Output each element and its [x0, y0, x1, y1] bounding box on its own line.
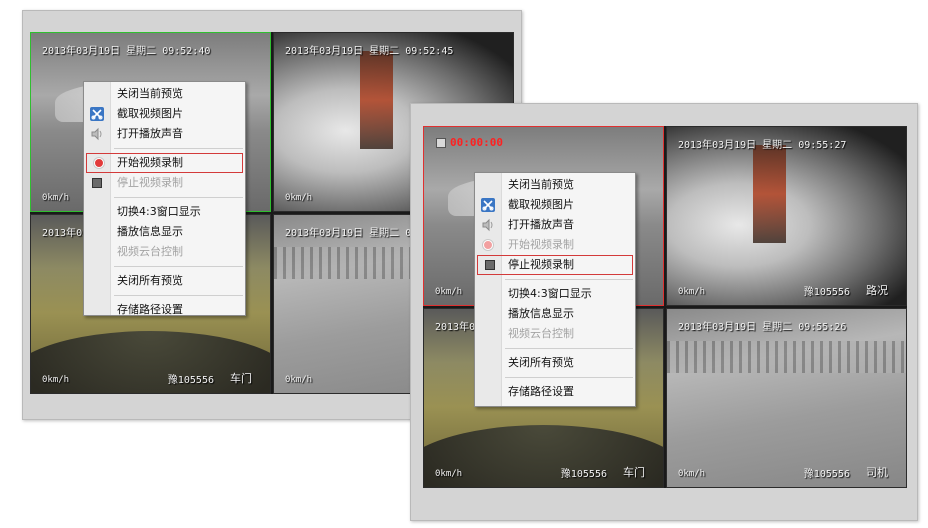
- menu-item-playback-info[interactable]: 播放信息显示: [84, 222, 245, 242]
- menu-item-label: 切换4:3窗口显示: [117, 205, 201, 218]
- menu-separator: [505, 377, 633, 378]
- menu-item-label: 存储路径设置: [117, 303, 183, 316]
- menu-separator: [114, 266, 243, 267]
- menu-item-label: 截取视频图片: [508, 198, 574, 211]
- menu-item-label: 停止视频录制: [117, 176, 183, 189]
- plate-overlay: 豫105556: [167, 375, 214, 386]
- menu-separator: [505, 348, 633, 349]
- menu-item-close-all-previews[interactable]: 关闭所有预览: [84, 271, 245, 291]
- camera-name-overlay: 司机: [866, 466, 888, 479]
- speed-overlay: 0km/h: [678, 287, 706, 297]
- menu-item-label: 开始视频录制: [117, 156, 183, 169]
- timestamp-overlay: 2013年03月19日 星期二 09:55:26: [678, 322, 847, 333]
- menu-item-label: 视频云台控制: [508, 327, 574, 340]
- menu-item-label: 播放信息显示: [117, 225, 183, 238]
- stop-square-icon: [436, 137, 446, 148]
- speed-overlay: 0km/h: [285, 375, 313, 385]
- menu-separator: [505, 279, 633, 280]
- menu-item-open-sound[interactable]: 打开播放声音: [475, 215, 635, 235]
- timestamp-overlay: 2013年0: [435, 322, 476, 333]
- menu-item-label: 切换4:3窗口显示: [508, 287, 592, 300]
- stop-icon: [483, 258, 497, 272]
- recording-time: 00:00:00: [450, 136, 503, 149]
- speed-overlay: 0km/h: [42, 375, 70, 385]
- camera-name-overlay: 车门: [623, 466, 645, 479]
- menu-item-ptz-control: 视频云台控制: [475, 324, 635, 344]
- plate-overlay: 豫105556: [803, 287, 850, 298]
- menu-item-switch-4-3[interactable]: 切换4:3窗口显示: [475, 284, 635, 304]
- scissors-icon: [481, 198, 495, 212]
- scissors-icon: [90, 107, 104, 121]
- menu-item-label: 打开播放声音: [508, 218, 574, 231]
- menu-separator: [114, 197, 243, 198]
- menu-item-label: 存储路径设置: [508, 385, 574, 398]
- speaker-icon: [481, 218, 495, 232]
- menu-item-label: 播放信息显示: [508, 307, 574, 320]
- timestamp-overlay: 2013年03月19日 星期二 09:52:40: [42, 46, 211, 57]
- menu-separator: [114, 148, 243, 149]
- context-menu-left: 关闭当前预览 截取视频图片 打开播放声音 开始视频录制 停止视频录制 切换4:3…: [83, 81, 246, 316]
- stop-icon: [90, 176, 104, 190]
- record-icon: [92, 156, 106, 170]
- recording-indicator: 00:00:00: [436, 136, 503, 149]
- menu-item-stop-recording: 停止视频录制: [84, 173, 245, 193]
- menu-item-stop-recording[interactable]: 停止视频录制: [477, 255, 633, 275]
- speaker-icon: [90, 127, 104, 141]
- menu-item-playback-info[interactable]: 播放信息显示: [475, 304, 635, 324]
- menu-item-capture-image[interactable]: 截取视频图片: [84, 104, 245, 124]
- menu-item-close-current-preview[interactable]: 关闭当前预览: [84, 84, 245, 104]
- menu-item-label: 开始视频录制: [508, 238, 574, 251]
- speed-overlay: 0km/h: [285, 193, 313, 203]
- menu-item-capture-image[interactable]: 截取视频图片: [475, 195, 635, 215]
- timestamp-overlay: 2013年03: [42, 228, 89, 239]
- video-cell-4[interactable]: 2013年03月19日 星期二 09:55:26 0km/h 豫105556 司…: [666, 308, 907, 488]
- menu-item-label: 关闭所有预览: [117, 274, 183, 287]
- speed-overlay: 0km/h: [42, 193, 70, 203]
- plate-overlay: 豫105556: [803, 469, 850, 480]
- video-cell-2[interactable]: 2013年03月19日 星期二 09:55:27 0km/h 豫105556 路…: [666, 126, 907, 306]
- timestamp-overlay: 2013年03月19日 星期二 09:52:45: [285, 46, 454, 57]
- menu-item-label: 关闭当前预览: [508, 178, 574, 191]
- menu-item-label: 停止视频录制: [508, 258, 574, 271]
- menu-item-ptz-control: 视频云台控制: [84, 242, 245, 262]
- menu-item-open-sound[interactable]: 打开播放声音: [84, 124, 245, 144]
- menu-item-switch-4-3[interactable]: 切换4:3窗口显示: [84, 202, 245, 222]
- menu-item-close-all-previews[interactable]: 关闭所有预览: [475, 353, 635, 373]
- plate-overlay: 豫105556: [560, 469, 607, 480]
- menu-item-label: 关闭所有预览: [508, 356, 574, 369]
- timestamp-overlay: 2013年03月19日 星期二 09: [285, 228, 418, 239]
- speed-overlay: 0km/h: [435, 469, 463, 479]
- record-icon: [481, 238, 495, 252]
- camera-name-overlay: 路况: [866, 284, 888, 297]
- menu-item-start-recording: 开始视频录制: [475, 235, 635, 255]
- speed-overlay: 0km/h: [435, 287, 463, 297]
- menu-item-label: 关闭当前预览: [117, 87, 183, 100]
- camera-name-overlay: 车门: [230, 372, 252, 385]
- menu-item-label: 截取视频图片: [117, 107, 183, 120]
- menu-item-label: 打开播放声音: [117, 127, 183, 140]
- menu-item-close-current-preview[interactable]: 关闭当前预览: [475, 175, 635, 195]
- menu-separator: [114, 295, 243, 296]
- menu-item-storage-path[interactable]: 存储路径设置: [475, 382, 635, 402]
- speed-overlay: 0km/h: [678, 469, 706, 479]
- timestamp-overlay: 2013年03月19日 星期二 09:55:27: [678, 140, 847, 151]
- menu-item-label: 视频云台控制: [117, 245, 183, 258]
- context-menu-right: 关闭当前预览 截取视频图片 打开播放声音 开始视频录制 停止视频录制 切换4:3…: [474, 172, 636, 407]
- menu-item-start-recording[interactable]: 开始视频录制: [86, 153, 243, 173]
- menu-item-storage-path[interactable]: 存储路径设置: [84, 300, 245, 320]
